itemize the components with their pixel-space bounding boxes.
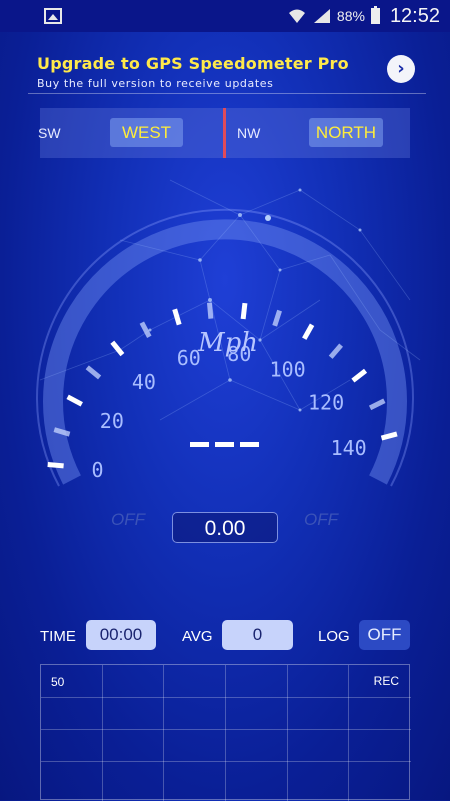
grid-line (41, 729, 411, 730)
unit-label: Mph (198, 328, 259, 358)
gauge-scale-label: 120 (308, 390, 344, 414)
gauge-tick (328, 343, 344, 359)
grid-line (41, 697, 411, 698)
time-value: 00:00 (86, 620, 156, 650)
gauge-tick (272, 309, 282, 327)
gauge-scale-label: 40 (132, 370, 156, 394)
gauge-scale-label: 100 (270, 357, 306, 381)
gauge-tick (110, 340, 125, 357)
speed-dash (190, 442, 209, 447)
grid-line (102, 665, 103, 801)
gauge-scale-label: 140 (331, 436, 367, 460)
grid-line (225, 665, 226, 801)
gauge-tick (66, 394, 83, 407)
log-label: LOG (318, 628, 350, 645)
avg-label: AVG (182, 628, 213, 645)
speed-graph: 50 REC (40, 664, 411, 801)
gauge-tick (368, 398, 386, 411)
gauge-scale-label: 20 (100, 409, 124, 433)
gauge-tick (351, 368, 368, 383)
time-label: TIME (40, 628, 76, 645)
speed-dash (240, 442, 259, 447)
gauge-tick (85, 365, 102, 380)
gauge-tick (139, 321, 152, 338)
grid-line (287, 665, 288, 801)
graph-max-label: 50 (51, 675, 65, 689)
gauge-tick (53, 427, 71, 437)
gauge-scale-label: 0 (91, 458, 103, 482)
left-status-label: OFF (111, 510, 145, 529)
gauge-tick (172, 308, 182, 326)
grid-line (41, 761, 411, 762)
avg-value: 0 (222, 620, 293, 650)
gauge-tick (47, 461, 64, 469)
gauge-tick (206, 302, 214, 319)
gauge-tick (302, 323, 315, 340)
speed-readout (190, 442, 259, 447)
grid-line (348, 665, 349, 801)
graph-rec-label[interactable]: REC (374, 674, 399, 688)
speed-dash (215, 442, 234, 447)
gauge-tick (380, 431, 398, 441)
right-status-label: OFF (304, 510, 338, 529)
log-toggle-button[interactable]: OFF (359, 620, 410, 650)
gauge-tick (240, 302, 248, 320)
grid-line (163, 665, 164, 801)
odometer-display: 0.00 (172, 512, 278, 543)
